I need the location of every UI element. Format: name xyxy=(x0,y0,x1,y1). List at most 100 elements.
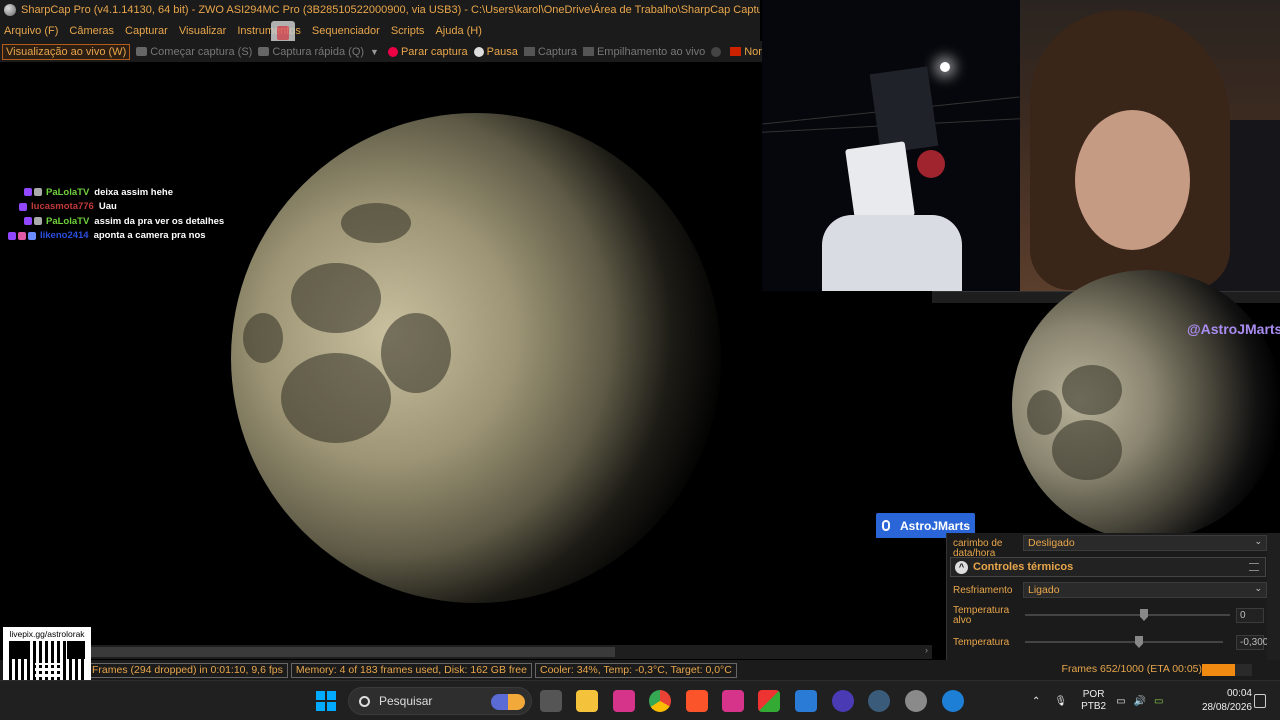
stream-chat: PaLolaTV deixa assim hehe lucasmota776 U… xyxy=(8,185,238,243)
progress-fill xyxy=(1202,664,1235,676)
menu-ajuda[interactable]: Ajuda (H) xyxy=(435,25,481,37)
capture-progress-label: Frames 652/1000 (ETA 00:05) xyxy=(1061,663,1202,675)
start-capture-button[interactable]: Começar captura (S) xyxy=(136,46,252,58)
menu-bar: Arquivo (F) Câmeras Capturar Visualizar … xyxy=(0,20,760,41)
sharpcap-app-icon xyxy=(4,4,16,16)
stellarium-icon[interactable] xyxy=(942,690,964,712)
chat-username[interactable]: PaLolaTV xyxy=(46,187,89,198)
chat-message: PaLolaTV deixa assim hehe xyxy=(8,185,238,200)
street-lamp xyxy=(940,62,950,72)
pin-badge-icon xyxy=(34,188,42,197)
scrollbar-thumb[interactable] xyxy=(90,647,615,657)
stop-record-icon xyxy=(387,46,398,57)
chat-message: lucasmota776 Uau xyxy=(8,200,238,215)
photos-icon[interactable] xyxy=(795,690,817,712)
chat-message: likeno2414 aponta a camera pra nos xyxy=(8,229,238,244)
taskbar-clock[interactable]: 00:04 28/08/2026 xyxy=(1188,687,1252,715)
quick-capture-button[interactable]: Captura rápida (Q) ▼ xyxy=(258,46,382,58)
target-temp-label: Temperatura alvo xyxy=(953,605,1010,626)
target-icon xyxy=(730,47,742,56)
cooling-label: Resfriamento xyxy=(953,585,1013,596)
panel-scrollbar[interactable] xyxy=(1267,533,1280,660)
timestamp-select[interactable]: Desligado ⌄ xyxy=(1023,535,1267,551)
planet-app-icon[interactable] xyxy=(832,690,854,712)
pause-button[interactable]: Pausa xyxy=(473,46,518,58)
language-indicator[interactable]: POR PTB2 xyxy=(1081,689,1106,713)
cooler-status: Cooler: 34%, Temp: -0,3°C, Target: 0,0°C xyxy=(534,662,737,678)
chat-message: PaLolaTV assim da pra ver os detalhes xyxy=(8,214,238,229)
qr-label: livepix.gg/astrolorak xyxy=(9,629,85,639)
cooling-select[interactable]: Ligado ⌄ xyxy=(1023,582,1267,598)
live-stacking-button[interactable]: Empilhamento ao vivo xyxy=(582,46,705,58)
volume-icon[interactable]: 🔊 xyxy=(1134,696,1146,707)
frames-status: Frames (294 dropped) in 0:01:10, 9,6 fps xyxy=(88,662,288,678)
menu-capturar[interactable]: Capturar xyxy=(125,25,168,37)
target-name-button[interactable]: Nome de destino xyxy=(730,46,762,58)
app-pink-icon[interactable] xyxy=(613,690,635,712)
capture-button[interactable]: Captura xyxy=(523,46,577,58)
window-title-bar: SharpCap Pro (v4.1.14130, 64 bit) - ZWO … xyxy=(0,0,760,20)
chrome-icon[interactable] xyxy=(649,690,671,712)
temperature-label: Temperatura xyxy=(953,637,1010,648)
stop-capture-button[interactable]: Parar captura xyxy=(387,46,468,58)
menu-arquivo[interactable]: Arquivo (F) xyxy=(4,25,58,37)
sharpcap-taskbar-icon[interactable] xyxy=(905,690,927,712)
menu-icon[interactable] xyxy=(1249,563,1259,571)
dot-icon xyxy=(711,46,722,57)
search-highlight-icon xyxy=(491,694,525,710)
slider-handle[interactable] xyxy=(1140,609,1148,621)
stack-icon xyxy=(582,47,594,56)
status-bar: Frames (294 dropped) in 0:01:10, 9,6 fps… xyxy=(0,660,1280,680)
brave-icon[interactable] xyxy=(686,690,708,712)
camera-icon xyxy=(258,47,270,56)
streamer xyxy=(1020,0,1280,291)
telescope-tube xyxy=(845,141,915,224)
battery-icon[interactable]: ▭ xyxy=(1154,696,1163,707)
search-icon xyxy=(359,695,370,707)
moon-secondary-view xyxy=(1012,270,1280,540)
target-temp-input[interactable]: 0 xyxy=(1236,608,1264,623)
chevron-up-icon[interactable]: ⌃ xyxy=(1032,696,1040,707)
collapse-icon[interactable]: ^ xyxy=(955,560,968,574)
pin-badge-icon xyxy=(34,217,42,226)
sub-badge-icon xyxy=(8,231,16,240)
thermal-controls-section[interactable]: ^ Controles térmicos xyxy=(950,557,1266,577)
chat-username[interactable]: likeno2414 xyxy=(40,230,89,241)
chat-username[interactable]: PaLolaTV xyxy=(46,216,89,227)
system-tray: ⌃ 🎙 POR PTB2 ▭ 🔊 ▭ xyxy=(1032,681,1163,720)
menu-visualizar[interactable]: Visualizar xyxy=(179,25,227,37)
obs-icon[interactable] xyxy=(868,690,890,712)
network-icon[interactable]: ▭ xyxy=(1116,696,1125,707)
pause-icon xyxy=(473,46,484,57)
task-view-icon[interactable] xyxy=(540,690,562,712)
windows-start-icon[interactable] xyxy=(316,691,336,711)
webcam-overlay xyxy=(762,0,1280,291)
app-grid-icon[interactable] xyxy=(758,690,780,712)
temperature-value: -0,300 xyxy=(1236,635,1268,650)
microphone-tray-icon[interactable]: 🎙 xyxy=(1054,696,1067,707)
horizontal-scrollbar[interactable]: › xyxy=(90,645,932,659)
menu-scripts[interactable]: Scripts xyxy=(391,25,425,37)
streamer-handle: @AstroJMarts xyxy=(1187,321,1280,337)
temperature-slider xyxy=(1025,636,1223,648)
app-pink-2-icon[interactable] xyxy=(722,690,744,712)
menu-cameras[interactable]: Câmeras xyxy=(69,25,114,37)
telescope-dew-shield xyxy=(869,66,939,154)
heart-badge-icon xyxy=(18,231,26,240)
chat-text: aponta a camera pra nos xyxy=(93,230,206,242)
windows-taskbar: Pesquisar ⌃ 🎙 POR PTB2 ▭ 🔊 ▭ 00:04 28/08… xyxy=(0,680,1280,720)
target-temp-slider[interactable] xyxy=(1025,609,1230,621)
microphone-icon xyxy=(882,520,890,531)
scroll-right-icon[interactable]: › xyxy=(925,645,928,655)
notifications-icon[interactable] xyxy=(1254,694,1266,708)
sub-badge-icon xyxy=(19,202,27,211)
file-explorer-icon[interactable] xyxy=(576,690,598,712)
menu-sequenciador[interactable]: Sequenciador xyxy=(312,25,380,37)
timestamp-label: carimbo de data/hora xyxy=(953,538,1003,559)
live-view-button[interactable]: Visualização ao vivo (W) xyxy=(2,43,131,60)
taskbar-search[interactable]: Pesquisar xyxy=(348,687,532,715)
camera-control-panel: carimbo de data/hora Desligado ⌄ ^ Contro… xyxy=(946,533,1280,660)
chat-text: Uau xyxy=(98,201,117,213)
chevron-down-icon[interactable]: ▼ xyxy=(370,47,379,57)
chat-username[interactable]: lucasmota776 xyxy=(31,201,94,212)
